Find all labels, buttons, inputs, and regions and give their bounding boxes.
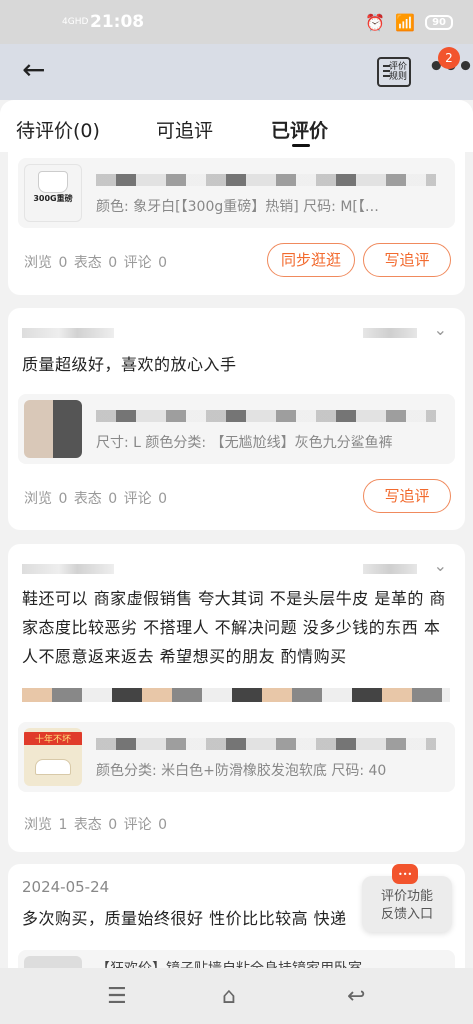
app-header: ← 评价 规则 ••• 2 <box>0 44 473 100</box>
write-followup-button[interactable]: 写追评 <box>363 243 451 277</box>
product-title-blurred <box>96 174 436 186</box>
product-spec: 颜色: 象牙白[【300g重磅】热销] 尺码: M[【… <box>96 199 379 215</box>
review-rules-button[interactable]: 评价 规则 <box>377 57 411 87</box>
system-navigation-bar: ☰ ⌂ ↩ <box>0 968 473 1024</box>
review-card: 300G重磅 颜色: 象牙白[【300g重磅】热销] 尺码: M[【… 浏览 0… <box>8 152 465 295</box>
wifi-icon: 📶 <box>395 12 416 32</box>
menu-icon[interactable]: ☰ <box>107 984 127 1009</box>
status-time: 21:08 <box>90 12 145 32</box>
username-blurred <box>22 328 114 338</box>
tab-followup-review[interactable]: 可追评 <box>156 116 213 143</box>
review-date: 2024-05-24 <box>22 878 110 896</box>
product-spec: 颜色分类: 米白色+防滑橡胶发泡软底 尺码: 40 <box>96 763 387 779</box>
product-title-blurred <box>96 410 436 422</box>
username-blurred <box>22 564 114 574</box>
review-image-strip-blurred[interactable] <box>22 688 450 702</box>
likes-count: 表态 0 <box>73 491 118 507</box>
feedback-line2: 反馈入口 <box>380 907 433 922</box>
views-count: 浏览 0 <box>24 255 68 271</box>
product-thumbnail: 十年不坏 <box>24 728 82 786</box>
product-row[interactable]: 300G重磅 颜色: 象牙白[【300g重磅】热销] 尺码: M[【… <box>18 158 455 228</box>
review-text: 质量超级好，喜欢的放心入手 <box>22 355 237 374</box>
tab-reviewed[interactable]: 已评价 <box>271 116 328 143</box>
feedback-entry-button[interactable]: 评价功能 反馈入口 <box>362 864 452 932</box>
feedback-line1: 评价功能 <box>380 889 433 904</box>
status-bar: 4GHD 21:08 ⏰ 📶 90 <box>0 0 473 44</box>
chevron-down-icon[interactable]: ⌄ <box>434 556 447 575</box>
chat-bubble-icon <box>392 864 418 884</box>
product-row[interactable]: 尺寸: L 颜色分类: 【无尴尬线】灰色九分鲨鱼裤 <box>18 394 455 464</box>
write-followup-button[interactable]: 写追评 <box>363 479 451 513</box>
tab-bar: 待评价(0) 可追评 已评价 <box>0 100 473 152</box>
battery-icon: 90 <box>425 14 453 30</box>
sync-guangguang-button[interactable]: 同步逛逛 <box>267 243 355 277</box>
comments-count: 评论 0 <box>123 255 167 271</box>
notification-badge: 2 <box>438 47 460 69</box>
review-card: ⌄ 质量超级好，喜欢的放心入手 尺寸: L 颜色分类: 【无尴尬线】灰色九分鲨鱼… <box>8 308 465 530</box>
likes-count: 表态 0 <box>73 255 118 271</box>
chevron-down-icon[interactable]: ⌄ <box>434 320 447 339</box>
review-stats: 浏览 0 表态 0 评论 0 <box>24 488 167 508</box>
review-rules-label: 评价 规则 <box>388 62 407 82</box>
review-stats: 浏览 1 表态 0 评论 0 <box>24 814 167 834</box>
views-count: 浏览 0 <box>24 491 68 507</box>
tab-pending-review[interactable]: 待评价(0) <box>16 116 100 143</box>
home-icon[interactable]: ⌂ <box>222 984 236 1009</box>
back-icon[interactable]: ↩ <box>347 984 365 1009</box>
alarm-icon: ⏰ <box>365 12 386 32</box>
review-stats: 浏览 0 表态 0 评论 0 <box>24 252 167 272</box>
comments-count: 评论 0 <box>123 817 167 833</box>
date-blurred <box>363 328 417 338</box>
review-text: 鞋还可以 商家虚假销售 夸大其词 不是头层牛皮 是革的 商家态度比较恶劣 不搭理… <box>22 589 446 666</box>
likes-count: 表态 0 <box>73 817 118 833</box>
date-blurred <box>363 564 417 574</box>
signal-icon: 4GHD <box>62 16 89 27</box>
product-title-blurred <box>96 738 436 750</box>
product-thumbnail <box>24 400 82 458</box>
review-card: ⌄ 鞋还可以 商家虚假销售 夸大其词 不是头层牛皮 是革的 商家态度比较恶劣 不… <box>8 544 465 852</box>
product-row[interactable]: 十年不坏 颜色分类: 米白色+防滑橡胶发泡软底 尺码: 40 <box>18 722 455 792</box>
comments-count: 评论 0 <box>123 491 167 507</box>
product-thumbnail: 300G重磅 <box>24 164 82 222</box>
tab-active-indicator <box>292 144 310 147</box>
views-count: 浏览 1 <box>24 817 68 833</box>
back-arrow-icon[interactable]: ← <box>22 56 52 86</box>
product-spec: 尺寸: L 颜色分类: 【无尴尬线】灰色九分鲨鱼裤 <box>96 435 393 451</box>
review-text: 多次购买，质量始终很好 性价比比较高 快递 <box>22 909 347 928</box>
